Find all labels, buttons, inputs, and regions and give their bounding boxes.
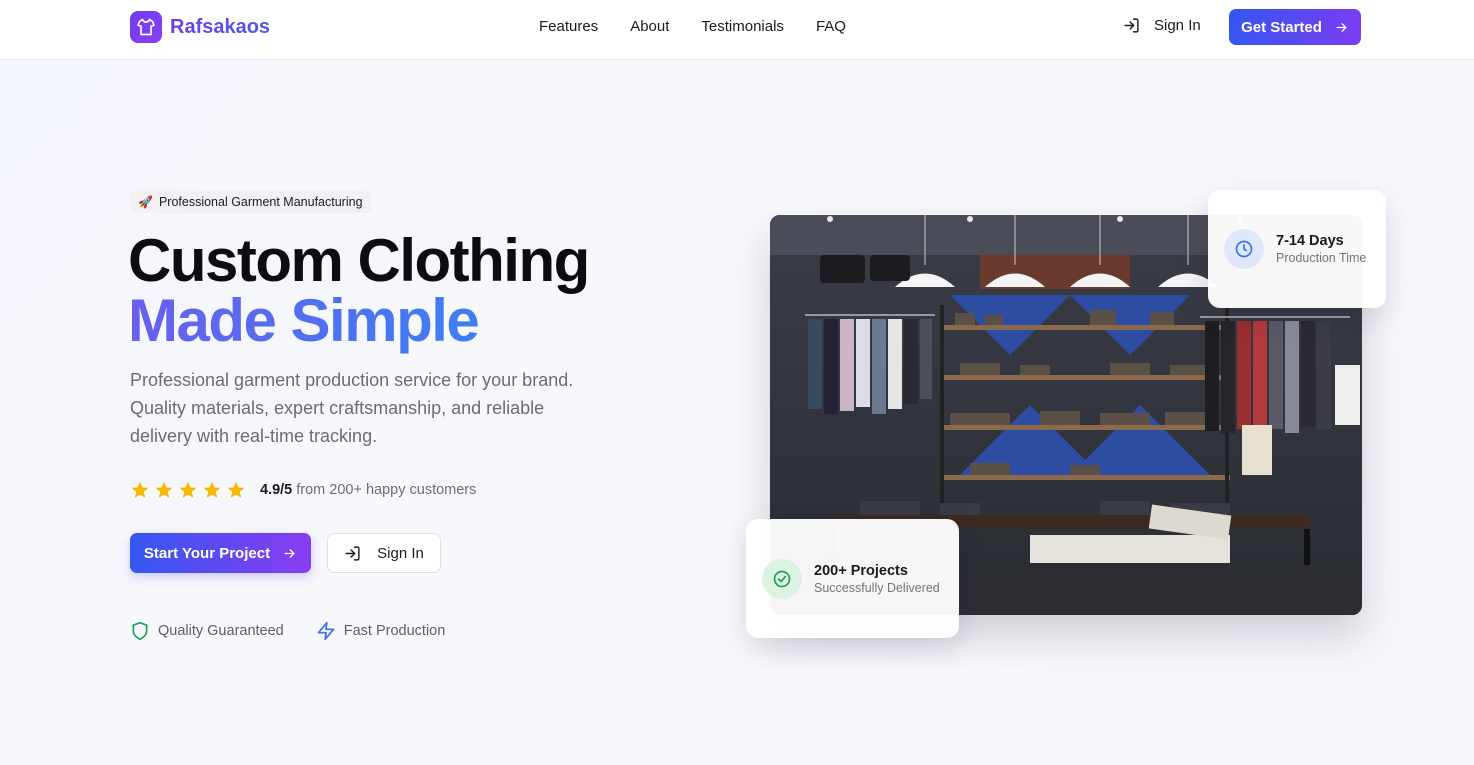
lightning-icon xyxy=(317,621,335,641)
nav-link-features[interactable]: Features xyxy=(539,18,598,36)
nav-link-testimonials[interactable]: Testimonials xyxy=(701,18,784,36)
projects-delivered-subtitle: Successfully Delivered xyxy=(814,580,940,595)
check-circle-icon xyxy=(762,558,802,599)
brand-logo[interactable]: Rafsakaos xyxy=(130,11,270,43)
hero-title-line2: Made Simple xyxy=(128,287,480,354)
production-time-subtitle: Production Time xyxy=(1276,251,1367,265)
clock-icon xyxy=(1224,229,1264,269)
start-project-label: Start Your Project xyxy=(143,544,271,562)
rating-score: 4.9/5 xyxy=(260,482,293,498)
login-icon xyxy=(345,545,360,561)
feature-quality: Quality Guaranteed xyxy=(130,621,284,641)
nav-link-faq[interactable]: FAQ xyxy=(816,18,846,36)
star-icon xyxy=(155,481,173,498)
start-project-button[interactable]: Start Your Project xyxy=(130,533,311,573)
header-signin-label: Sign In xyxy=(1154,17,1201,34)
hero-badge-label: Professional Garment Manufacturing xyxy=(158,195,363,209)
hero-badge: 🚀 Professional Garment Manufacturing xyxy=(130,191,371,213)
rating-text: from 200+ happy customers xyxy=(296,482,477,498)
nav-link-about[interactable]: About xyxy=(630,18,669,36)
brand-name: Rafsakaos xyxy=(170,15,271,38)
arrow-right-icon xyxy=(1336,22,1347,32)
production-time-title: 7-14 Days xyxy=(1276,233,1344,249)
production-time-card: 7-14 Days Production Time xyxy=(1208,190,1386,308)
login-icon xyxy=(1124,18,1139,33)
feature-list: Quality Guaranteed Fast Production xyxy=(130,621,477,641)
star-icon xyxy=(227,481,245,498)
feature-quality-label: Quality Guaranteed xyxy=(158,623,284,639)
get-started-label: Get Started xyxy=(1241,18,1322,36)
hero-signin-label: Sign In xyxy=(377,544,424,562)
star-icon xyxy=(131,481,149,498)
star-icon xyxy=(179,481,197,498)
star-icon xyxy=(203,481,221,498)
shield-icon xyxy=(132,621,148,641)
projects-delivered-card: 200+ Projects Successfully Delivered xyxy=(746,519,959,638)
hero-description: Professional garment production service … xyxy=(130,370,574,446)
feature-fast-label: Fast Production xyxy=(343,623,446,639)
hero-signin-button[interactable]: Sign In xyxy=(327,533,441,573)
rating-row: 4.9/5 from 200+ happy customers xyxy=(130,480,476,500)
feature-fast: Fast Production xyxy=(316,621,446,641)
projects-delivered-title: 200+ Projects xyxy=(814,562,908,579)
shirt-icon xyxy=(130,11,162,43)
get-started-button[interactable]: Get Started xyxy=(1229,9,1361,45)
main-nav: Features About Testimonials FAQ xyxy=(539,18,878,36)
top-navbar: Rafsakaos Features About Testimonials FA… xyxy=(0,0,1474,60)
arrow-right-icon xyxy=(284,548,295,558)
rating-stars xyxy=(130,480,250,500)
rocket-icon: 🚀 xyxy=(138,195,153,209)
header-signin-link[interactable]: Sign In xyxy=(1123,17,1201,34)
